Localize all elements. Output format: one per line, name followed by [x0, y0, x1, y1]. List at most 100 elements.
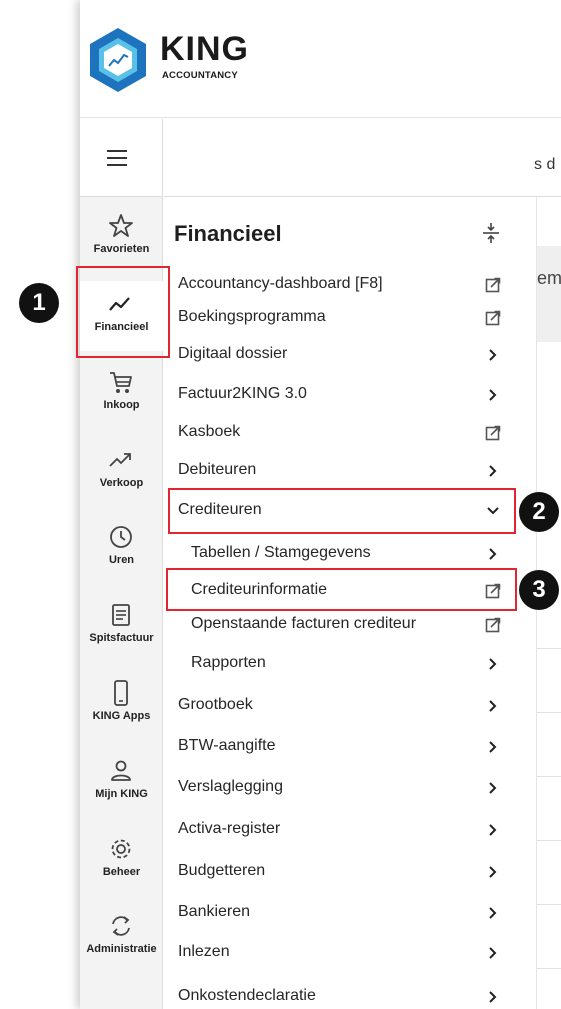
divider — [537, 776, 561, 777]
sidebar-item-administratie[interactable]: Administratie — [80, 903, 163, 973]
sidebar-item-label: Beheer — [102, 866, 141, 878]
sidebar-item-beheer[interactable]: Beheer — [80, 826, 163, 896]
chevron-right-icon[interactable] — [484, 346, 502, 364]
sidebar-item-label: Inkoop — [103, 399, 140, 411]
menu-item-openstaande-facturen-crediteur[interactable]: Openstaande facturen crediteur — [164, 607, 536, 643]
sidebar-item-spitsfactuur[interactable]: Spitsfactuur — [80, 592, 163, 662]
king-logo-icon — [90, 28, 146, 92]
chevron-right-icon[interactable] — [484, 738, 502, 756]
sidebar-item-label: Verkoop — [99, 477, 144, 489]
menu-item-btw-aangifte[interactable]: BTW-aangifte — [164, 729, 536, 765]
sidebar-item-verkoop[interactable]: Verkoop — [80, 437, 163, 507]
divider — [537, 840, 561, 841]
menu-item-verslaglegging[interactable]: Verslaglegging — [164, 770, 536, 806]
menu-item-label: Bankieren — [178, 903, 251, 920]
phone-icon — [114, 680, 128, 706]
annotation-badge-1: 1 — [19, 283, 59, 323]
sidebar-item-label: Spitsfactuur — [89, 632, 154, 644]
menu-item-rapporten[interactable]: Rapporten — [164, 646, 536, 682]
sync-icon — [112, 916, 130, 936]
sidebar-item-label: Administratie — [86, 943, 157, 955]
divider — [537, 904, 561, 905]
menu-item-tabellen-stamgegevens[interactable]: Tabellen / Stamgegevens — [164, 536, 536, 572]
chevron-right-icon[interactable] — [484, 462, 502, 480]
menu-item-activa-register[interactable]: Activa-register — [164, 812, 536, 848]
gear-icon — [111, 839, 131, 859]
menu-item-label: BTW-aangifte — [178, 737, 276, 754]
chevron-right-icon[interactable] — [484, 779, 502, 797]
menu-item-label: Kasboek — [178, 423, 241, 440]
menu-item-label: Onkostendeclaratie — [178, 987, 316, 1004]
menu-item-label: Debiteuren — [178, 461, 257, 478]
annotation-badge-2: 2 — [519, 492, 559, 532]
chevron-right-icon[interactable] — [484, 697, 502, 715]
menu-item-label: Rapporten — [191, 654, 266, 671]
clock-icon — [110, 526, 132, 548]
user-icon — [111, 760, 131, 781]
menu-item-inlezen[interactable]: Inlezen — [164, 935, 536, 971]
chevron-right-icon[interactable] — [484, 655, 502, 673]
external-link-icon[interactable] — [484, 276, 502, 294]
brand-subtitle: ACCOUNTANCY — [162, 70, 238, 81]
menu-item-label: Accountancy-dashboard [F8] — [178, 275, 383, 292]
menu-item-factuur2king-3-0[interactable]: Factuur2KING 3.0 — [164, 377, 536, 413]
chevron-right-icon[interactable] — [484, 545, 502, 563]
menu-item-label: Grootboek — [178, 696, 253, 713]
collapse-all-icon[interactable] — [480, 221, 502, 245]
sidebar-item-uren[interactable]: Uren — [80, 514, 163, 584]
divider — [537, 648, 561, 649]
chevron-right-icon[interactable] — [484, 904, 502, 922]
menu-item-label: Openstaande facturen crediteur — [191, 615, 417, 632]
menu-item-budgetteren[interactable]: Budgetteren — [164, 854, 536, 890]
document-icon — [112, 604, 130, 626]
highlight-crediteurinformatie — [166, 568, 517, 611]
background-panel: em — [537, 246, 561, 342]
external-link-icon[interactable] — [484, 309, 502, 327]
menu-item-kasboek[interactable]: Kasboek — [164, 415, 536, 451]
menu-item-boekingsprogramma[interactable]: Boekingsprogramma — [164, 300, 536, 336]
external-link-icon[interactable] — [484, 616, 502, 634]
menu-item-label: Boekingsprogramma — [178, 308, 326, 325]
menu-item-debiteuren[interactable]: Debiteuren — [164, 453, 536, 489]
chevron-right-icon[interactable] — [484, 944, 502, 962]
menu-item-bankieren[interactable]: Bankieren — [164, 895, 536, 931]
header-logo-area: KING ACCOUNTANCY — [80, 0, 561, 118]
chevron-right-icon[interactable] — [484, 988, 502, 1006]
sidebar-item-label: Mijn KING — [95, 788, 148, 800]
menu-item-label: Budgetteren — [178, 862, 266, 879]
shopping-cart-icon — [110, 372, 132, 393]
sidebar-item-label: Favorieten — [93, 243, 150, 255]
background-top-row: s d — [164, 119, 561, 197]
menu-item-accountancy-dashboard-f8[interactable]: Accountancy-dashboard [F8] — [164, 267, 536, 303]
chevron-right-icon[interactable] — [484, 821, 502, 839]
trending-up-icon — [109, 453, 131, 467]
highlight-financieel — [76, 266, 170, 358]
highlight-crediteuren — [168, 488, 516, 534]
menu-item-onkostendeclaratie[interactable]: Onkostendeclaratie — [164, 979, 536, 1009]
chevron-right-icon[interactable] — [484, 386, 502, 404]
sidebar-item-favorieten[interactable]: Favorieten — [80, 203, 163, 273]
background-text-fragment: em — [537, 268, 561, 288]
annotation-badge-3: 3 — [519, 570, 559, 610]
menu-item-label: Factuur2KING 3.0 — [178, 385, 307, 402]
menu-item-grootboek[interactable]: Grootboek — [164, 688, 536, 724]
menu-item-label: Tabellen / Stamgegevens — [191, 544, 371, 561]
hamburger-area — [80, 119, 163, 197]
sidebar-item-king-apps[interactable]: KING Apps — [80, 670, 163, 740]
menu-item-label: Activa-register — [178, 820, 281, 837]
brand-name: KING — [160, 30, 249, 68]
menu-item-label: Inlezen — [178, 943, 230, 960]
external-link-icon[interactable] — [484, 424, 502, 442]
chevron-right-icon[interactable] — [484, 863, 502, 881]
sidebar-item-mijn-king[interactable]: Mijn KING — [80, 748, 163, 818]
sidebar-item-label: Uren — [108, 554, 135, 566]
divider — [537, 712, 561, 713]
menu-title: Financieel — [174, 221, 282, 246]
hamburger-menu-icon[interactable] — [107, 150, 127, 166]
star-icon — [109, 214, 133, 237]
background-text-fragment: s d — [534, 156, 556, 173]
menu-item-label: Verslaglegging — [178, 778, 283, 795]
menu-item-digitaal-dossier[interactable]: Digitaal dossier — [164, 337, 536, 373]
sidebar-item-inkoop[interactable]: Inkoop — [80, 359, 163, 429]
sidebar-item-label: KING Apps — [92, 710, 151, 722]
